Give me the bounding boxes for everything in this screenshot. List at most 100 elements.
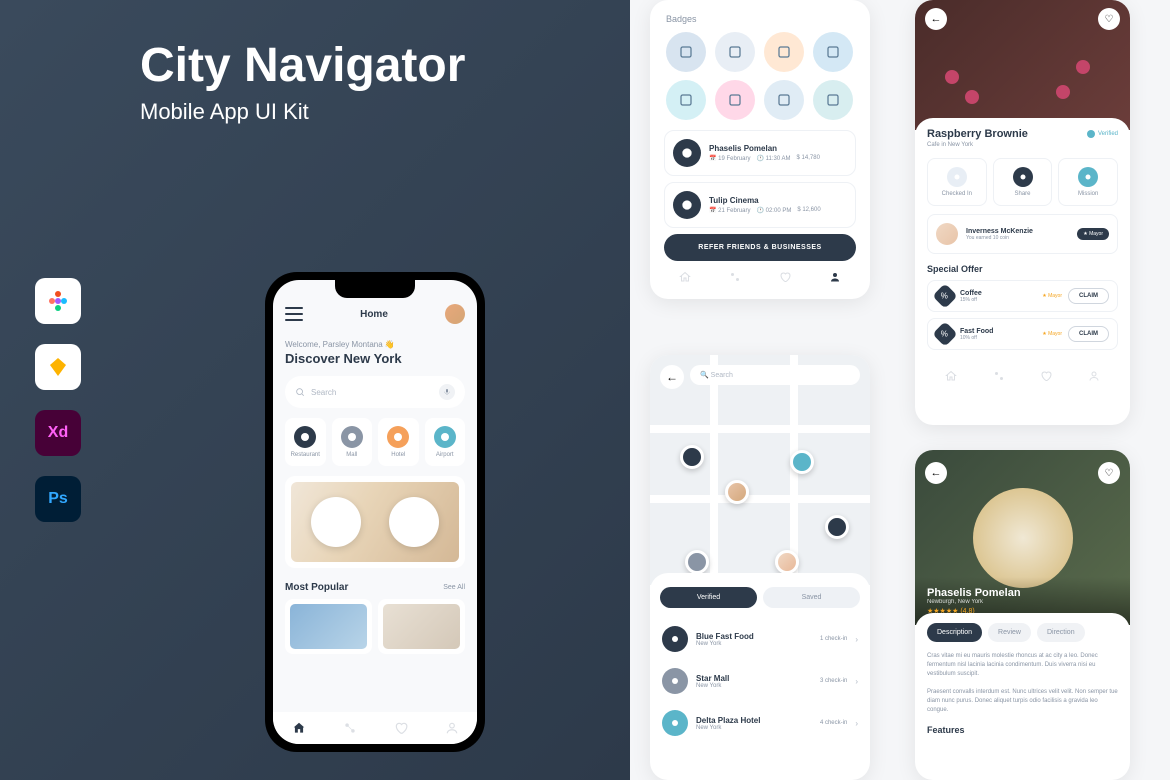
offer-row: %Coffee15% off★ MayorCLAIM bbox=[927, 280, 1118, 312]
heart-icon[interactable]: ♡ bbox=[1098, 462, 1120, 484]
hero-title: City Navigator bbox=[140, 40, 630, 93]
badge-icon[interactable] bbox=[666, 32, 706, 72]
action-share[interactable]: Share bbox=[993, 158, 1053, 206]
map-pin[interactable] bbox=[825, 515, 849, 539]
user-icon[interactable] bbox=[445, 721, 459, 735]
action-checked-in[interactable]: Checked In bbox=[927, 158, 987, 206]
tab-description[interactable]: Description bbox=[927, 623, 982, 642]
offer-row: %Fast Food10% off★ MayorCLAIM bbox=[927, 318, 1118, 350]
description-text: Cras vitae mi eu mauris molestie rhoncus… bbox=[915, 652, 1130, 715]
back-icon[interactable]: ← bbox=[660, 365, 684, 389]
map-pin-avatar[interactable] bbox=[775, 550, 799, 574]
map-search-input[interactable]: 🔍 Search bbox=[690, 365, 860, 385]
map-pin[interactable] bbox=[790, 450, 814, 474]
tab-bar bbox=[273, 712, 477, 744]
place-row[interactable]: Delta Plaza HotelNew York4 check-in› bbox=[650, 702, 870, 744]
home-icon[interactable] bbox=[945, 370, 957, 382]
back-icon[interactable]: ← bbox=[925, 462, 947, 484]
map-pin[interactable] bbox=[680, 445, 704, 469]
badges-panel: Badges Phaselis Pomelan📅 19 February🕐 11… bbox=[650, 0, 870, 299]
see-all-link[interactable]: See All bbox=[443, 584, 465, 591]
detail-tabs: Description Review Direction bbox=[915, 613, 1130, 652]
back-icon[interactable]: ← bbox=[925, 8, 947, 30]
search-input[interactable]: Search bbox=[285, 376, 465, 408]
badge-icon[interactable] bbox=[666, 80, 706, 120]
category-restaurant[interactable]: Restaurant bbox=[285, 418, 326, 466]
detail2-panel: ← ♡ Phaselis Pomelan Newburgh, New York … bbox=[915, 450, 1130, 780]
photoshop-icon: Ps bbox=[35, 476, 81, 522]
place-row[interactable]: Blue Fast FoodNew York1 check-in› bbox=[650, 618, 870, 660]
map-view[interactable]: ← 🔍 Search bbox=[650, 355, 870, 585]
connect-icon[interactable] bbox=[993, 370, 1005, 382]
user-card[interactable]: Inverness McKenzieYou earned 10 coin ★ M… bbox=[927, 214, 1118, 254]
featured-card[interactable] bbox=[285, 476, 465, 568]
tab-saved[interactable]: Saved bbox=[763, 587, 860, 608]
map-panel: ← 🔍 Search Verified Saved Blue Fast Food… bbox=[650, 355, 870, 780]
user-icon[interactable] bbox=[829, 271, 841, 283]
avatar[interactable] bbox=[445, 304, 465, 324]
place-title: Phaselis Pomelan bbox=[927, 587, 1118, 599]
avatar bbox=[936, 223, 958, 245]
badge-icon[interactable] bbox=[715, 80, 755, 120]
category-mall[interactable]: Mall bbox=[332, 418, 373, 466]
refer-button[interactable]: REFER FRIENDS & BUSINESSES bbox=[664, 234, 856, 261]
home-icon[interactable] bbox=[292, 721, 306, 735]
welcome-text: Welcome, Parsley Montana 👋 bbox=[273, 332, 477, 351]
figma-icon bbox=[35, 278, 81, 324]
claim-button[interactable]: CLAIM bbox=[1068, 288, 1109, 304]
place-subtitle: Newburgh, New York bbox=[927, 599, 1118, 605]
map-pin-avatar[interactable] bbox=[725, 480, 749, 504]
tab-review[interactable]: Review bbox=[988, 623, 1031, 642]
category-row: RestaurantMallHotelAirport bbox=[273, 418, 477, 476]
page-title: Home bbox=[360, 309, 388, 320]
claim-button[interactable]: CLAIM bbox=[1068, 326, 1109, 342]
badges-title: Badges bbox=[660, 10, 860, 32]
heart-icon[interactable]: ♡ bbox=[1098, 8, 1120, 30]
category-hotel[interactable]: Hotel bbox=[378, 418, 419, 466]
popular-card[interactable] bbox=[285, 599, 372, 654]
mayor-badge: ★ Mayor bbox=[1077, 228, 1109, 240]
tab-verified[interactable]: Verified bbox=[660, 587, 757, 608]
place-subtitle: Cafe in New York bbox=[927, 142, 1118, 148]
map-pin[interactable] bbox=[685, 550, 709, 574]
sketch-icon bbox=[35, 344, 81, 390]
connect-icon[interactable] bbox=[729, 271, 741, 283]
category-airport[interactable]: Airport bbox=[425, 418, 466, 466]
phone-mockup-home: Home Welcome, Parsley Montana 👋 Discover… bbox=[265, 272, 485, 752]
menu-icon[interactable] bbox=[285, 307, 303, 321]
badge-icon[interactable] bbox=[764, 32, 804, 72]
xd-icon: Xd bbox=[35, 410, 81, 456]
discover-heading: Discover New York bbox=[273, 351, 477, 376]
places-list: Blue Fast FoodNew York1 check-in›Star Ma… bbox=[650, 618, 870, 744]
tab-direction[interactable]: Direction bbox=[1037, 623, 1085, 642]
search-icon bbox=[295, 387, 305, 397]
offers-list: %Coffee15% off★ MayorCLAIM %Fast Food10% … bbox=[927, 280, 1118, 350]
badge-grid bbox=[660, 32, 860, 130]
badge-icon[interactable] bbox=[813, 80, 853, 120]
popular-card[interactable] bbox=[378, 599, 465, 654]
heart-icon[interactable] bbox=[1040, 370, 1052, 382]
user-icon[interactable] bbox=[1088, 370, 1100, 382]
features-heading: Features bbox=[915, 715, 1130, 735]
badge-icon[interactable] bbox=[764, 80, 804, 120]
hero-subtitle: Mobile App UI Kit bbox=[140, 99, 630, 125]
tool-icons: Xd Ps bbox=[35, 278, 81, 522]
list-item[interactable]: Phaselis Pomelan📅 19 February🕐 11:30 AM$… bbox=[664, 130, 856, 176]
detail2-hero-image: ← ♡ Phaselis Pomelan Newburgh, New York … bbox=[915, 450, 1130, 625]
verified-badge: Verified bbox=[1087, 130, 1118, 138]
action-mission[interactable]: Mission bbox=[1058, 158, 1118, 206]
badge-icon[interactable] bbox=[715, 32, 755, 72]
offer-title: Special Offer bbox=[927, 264, 1118, 274]
list-item[interactable]: Tulip Cinema📅 21 February🕐 02:00 PM$ 12,… bbox=[664, 182, 856, 228]
connect-icon[interactable] bbox=[343, 721, 357, 735]
place-row[interactable]: Star MallNew York3 check-in› bbox=[650, 660, 870, 702]
badge-icon[interactable] bbox=[813, 32, 853, 72]
badge-list: Phaselis Pomelan📅 19 February🕐 11:30 AM$… bbox=[660, 130, 860, 228]
mic-icon[interactable] bbox=[439, 384, 455, 400]
heart-icon[interactable] bbox=[394, 721, 408, 735]
home-icon[interactable] bbox=[679, 271, 691, 283]
action-row: Checked InShareMission bbox=[927, 158, 1118, 206]
detail-hero-image: ← ♡ bbox=[915, 0, 1130, 130]
heart-icon[interactable] bbox=[779, 271, 791, 283]
detail-panel: ← ♡ Raspberry Brownie Cafe in New York V… bbox=[915, 0, 1130, 425]
